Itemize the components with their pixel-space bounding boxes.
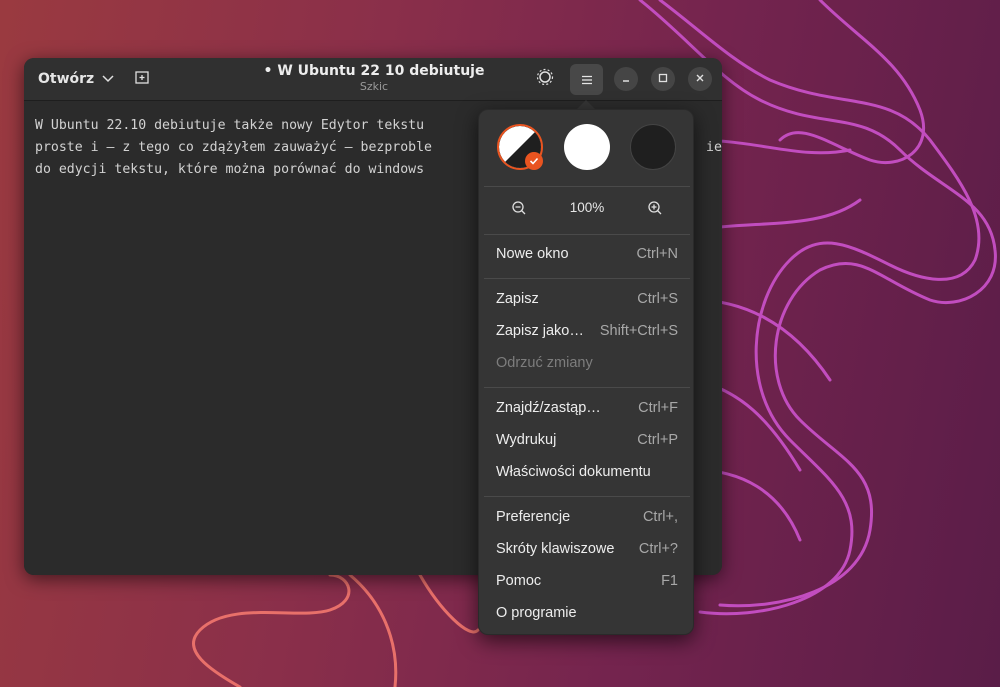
theme-icon (536, 68, 554, 90)
zoom-in-button[interactable] (643, 198, 667, 222)
window-title-area: • W Ubuntu 22 10 debiutuje Szkic (224, 63, 524, 94)
menu-item-shortcut: Ctrl+F (638, 400, 678, 416)
header-bar: Otwórz • W Ubuntu 22 10 debiutuje Szkic (24, 58, 722, 101)
close-button[interactable] (688, 67, 712, 91)
wallpaper-line (778, 0, 926, 165)
style-dark-swatch[interactable] (630, 124, 676, 170)
minimize-icon (621, 72, 631, 86)
menu-separator (484, 278, 690, 279)
menu-item-label: Wydrukuj (496, 432, 557, 448)
menu-item-shortcut: Ctrl+N (636, 246, 679, 262)
menu-item-shortcut: Ctrl+, (642, 509, 678, 525)
menu-item-label: Skróty klawiszowe (496, 541, 615, 557)
menu-separator (484, 496, 690, 497)
menu-item-print[interactable]: Wydrukuj Ctrl+P (484, 426, 690, 456)
menu-item-shortcut: Shift+Ctrl+S (599, 323, 678, 339)
zoom-out-icon (511, 200, 527, 220)
menu-item-find-replace[interactable]: Znajdź/zastąp… Ctrl+F (484, 394, 690, 424)
menu-separator (484, 234, 690, 235)
editor-line-tail: ie (706, 140, 722, 155)
new-tab-button[interactable] (128, 65, 156, 93)
menu-item-label: Odrzuć zmiany (496, 355, 593, 371)
zoom-in-icon (647, 200, 663, 220)
menu-item-preferences[interactable]: Preferencje Ctrl+, (484, 503, 690, 533)
menu-item-new-window[interactable]: Nowe okno Ctrl+N (484, 240, 690, 270)
zoom-out-button[interactable] (507, 198, 531, 222)
menu-item-shortcut: Ctrl+? (638, 541, 678, 557)
popover-arrow (577, 100, 595, 109)
wallpaper-line (348, 573, 398, 687)
menu-item-label: Preferencje (496, 509, 571, 525)
menu-item-keyboard-shortcuts[interactable]: Skróty klawiszowe Ctrl+? (484, 535, 690, 565)
checkmark-icon (525, 152, 543, 170)
chevron-down-icon (102, 73, 114, 86)
document-subtitle: Szkic (359, 80, 389, 93)
menu-item-shortcut: F1 (661, 573, 678, 589)
zoom-level[interactable]: 100% (539, 200, 635, 215)
menu-item-save-as[interactable]: Zapisz jako… Shift+Ctrl+S (484, 317, 690, 347)
menu-item-save[interactable]: Zapisz Ctrl+S (484, 285, 690, 315)
close-icon (695, 72, 705, 86)
maximize-button[interactable] (651, 67, 675, 91)
open-button-label: Otwórz (38, 71, 95, 87)
menu-item-label: Nowe okno (496, 246, 569, 262)
open-button[interactable]: Otwórz (32, 64, 120, 94)
menu-item-help[interactable]: Pomoc F1 (484, 567, 690, 597)
hamburger-menu-icon (581, 70, 593, 89)
minimize-button[interactable] (614, 67, 638, 91)
theme-button[interactable] (531, 65, 559, 93)
menu-item-about[interactable]: O programie (484, 599, 690, 629)
menu-item-shortcut: Ctrl+P (637, 432, 678, 448)
menu-item-document-properties[interactable]: Właściwości dokumentu (484, 458, 690, 488)
main-menu-button[interactable] (570, 64, 603, 95)
menu-item-label: Pomoc (496, 573, 542, 589)
style-light-swatch[interactable] (564, 124, 610, 170)
new-tab-icon (134, 69, 150, 89)
menu-separator (484, 387, 690, 388)
menu-item-label: Właściwości dokumentu (496, 464, 651, 480)
document-title: • W Ubuntu 22 10 debiutuje (263, 63, 485, 79)
menu-item-discard-changes: Odrzuć zmiany (484, 349, 690, 379)
maximize-icon (658, 72, 668, 86)
menu-item-label: Zapisz (496, 291, 539, 307)
wallpaper-line (418, 573, 480, 634)
main-menu-popover: 100% Nowe okno Ctrl+N Zapisz Ctrl+S Zapi… (478, 109, 694, 635)
menu-separator (484, 186, 690, 187)
menu-item-label: Znajdź/zastąp… (496, 400, 601, 416)
wallpaper-line (192, 573, 351, 687)
menu-item-label: Zapisz jako… (496, 323, 584, 339)
menu-item-label: O programie (496, 605, 577, 621)
menu-item-shortcut: Ctrl+S (637, 291, 678, 307)
